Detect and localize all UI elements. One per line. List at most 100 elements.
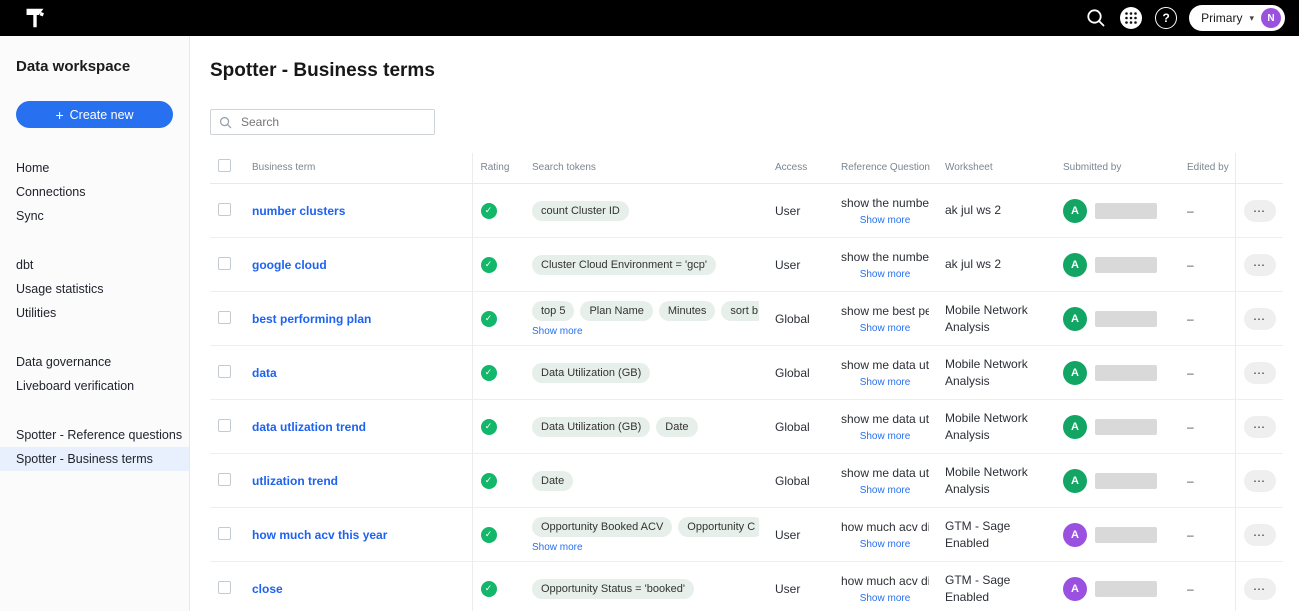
row-actions-button[interactable]: ⋯ [1244,200,1276,222]
worksheet-label: GTM - Sage Enabled [945,519,1010,549]
row-checkbox[interactable] [218,203,231,216]
business-term-link[interactable]: how much acv this year [252,528,387,542]
table-row: number clusters✓count Cluster IDUsershow… [210,184,1283,238]
sidebar-item-usage-statistics[interactable]: Usage statistics [0,277,189,301]
reference-question-text: show me best perfor [841,304,929,318]
sidebar-title: Data workspace [16,58,189,75]
submitter-name-redacted [1095,257,1157,273]
submitter-avatar: A [1063,199,1087,223]
question-show-more-link[interactable]: Show more [860,485,911,496]
row-actions-button[interactable]: ⋯ [1244,416,1276,438]
worksheet-label: Mobile Network Analysis [945,357,1028,387]
table-header-row: Business term Rating Search tokens Acces… [210,153,1283,184]
row-checkbox[interactable] [218,419,231,432]
submitter-name-redacted [1095,419,1157,435]
tokens-show-more-link[interactable]: Show more [532,326,583,337]
row-actions-button[interactable]: ⋯ [1244,362,1276,384]
business-term-link[interactable]: data [252,366,277,380]
worksheet-label: Mobile Network Analysis [945,303,1028,333]
submitter-avatar: A [1063,415,1087,439]
tokens-show-more-link[interactable]: Show more [532,542,583,553]
reference-question-text: show the number of c [841,250,929,264]
reference-question-text: how much acv did we [841,520,929,534]
rating-verified-icon: ✓ [481,365,497,381]
worksheet-label: Mobile Network Analysis [945,465,1028,495]
edited-by-value: – [1187,366,1194,380]
thoughtspot-logo-icon [24,6,46,30]
search-token: Opportunity Booked ACV [532,517,672,537]
row-actions-button[interactable]: ⋯ [1244,524,1276,546]
sidebar-item-home[interactable]: Home [0,156,189,180]
table-row: how much acv this year✓Opportunity Booke… [210,508,1283,562]
sidebar-item-liveboard-verification[interactable]: Liveboard verification [0,374,189,398]
sidebar-item-utilities[interactable]: Utilities [0,301,189,325]
table-row: data utlization trend✓Data Utilization (… [210,400,1283,454]
sidebar-item-data-governance[interactable]: Data governance [0,350,189,374]
row-actions-button[interactable]: ⋯ [1244,470,1276,492]
search-tokens: count Cluster ID [532,201,759,221]
sidebar-item-spotter-business-terms[interactable]: Spotter - Business terms [0,447,189,471]
business-term-link[interactable]: utlization trend [252,474,338,488]
submitter-avatar: A [1063,469,1087,493]
reference-question-text: how much acv did we [841,574,929,588]
search-input[interactable] [239,114,426,130]
sidebar-item-sync[interactable]: Sync [0,204,189,228]
header-actions [1235,153,1283,184]
sidebar-item-dbt[interactable]: dbt [0,253,189,277]
search-icon[interactable] [1084,6,1108,30]
question-show-more-link[interactable]: Show more [860,269,911,280]
question-show-more-link[interactable]: Show more [860,539,911,550]
header-submitted-by: Submitted by [1055,153,1179,184]
row-actions-button[interactable]: ⋯ [1244,308,1276,330]
question-show-more-link[interactable]: Show more [860,593,911,604]
search-tokens: Opportunity Booked ACVOpportunity C [532,517,759,537]
row-checkbox[interactable] [218,527,231,540]
business-term-link[interactable]: google cloud [252,258,327,272]
create-new-button[interactable]: + Create new [16,101,173,128]
business-term-link[interactable]: data utlization trend [252,420,366,434]
submitter-name-redacted [1095,473,1157,489]
row-actions-button[interactable]: ⋯ [1244,254,1276,276]
worksheet-label: ak jul ws 2 [945,257,1001,271]
row-checkbox[interactable] [218,257,231,270]
row-checkbox[interactable] [218,365,231,378]
question-show-more-link[interactable]: Show more [860,215,911,226]
business-term-link[interactable]: close [252,582,283,596]
business-term-link[interactable]: number clusters [252,204,345,218]
question-show-more-link[interactable]: Show more [860,377,911,388]
row-checkbox[interactable] [218,581,231,594]
header-business-term: Business term [244,153,472,184]
question-show-more-link[interactable]: Show more [860,431,911,442]
help-icon[interactable]: ? [1154,6,1178,30]
org-switcher[interactable]: Primary ▾ N [1189,5,1285,31]
business-term-link[interactable]: best performing plan [252,312,371,326]
question-show-more-link[interactable]: Show more [860,323,911,334]
header-edited-by: Edited by [1179,153,1235,184]
row-actions-button[interactable]: ⋯ [1244,578,1276,600]
access-label: Global [775,474,810,488]
thoughtspot-logo[interactable] [24,6,46,30]
sidebar-item-spotter-reference-questions[interactable]: Spotter - Reference questions [0,423,189,447]
reference-question-text: show me data utilizati [841,358,929,372]
search-token: Date [532,471,573,491]
header-access: Access [767,153,833,184]
row-checkbox[interactable] [218,473,231,486]
search-input-icon [219,116,232,129]
search-token: sort b [721,301,759,321]
search-token: top 5 [532,301,574,321]
edited-by-value: – [1187,528,1194,542]
submitter-avatar: A [1063,361,1087,385]
topbar-actions: ? Primary ▾ N [1084,5,1285,31]
search-tokens: Data Utilization (GB) [532,363,759,383]
user-avatar[interactable]: N [1261,8,1281,28]
sidebar-group: Data governanceLiveboard verification [0,350,189,398]
sidebar-nav: HomeConnectionsSync dbtUsage statisticsUt… [0,156,189,471]
rating-verified-icon: ✓ [481,581,497,597]
submitter-avatar: A [1063,253,1087,277]
apps-grid-icon[interactable] [1119,6,1143,30]
topbar: ? Primary ▾ N [0,0,1299,36]
header-worksheet: Worksheet [937,153,1055,184]
row-checkbox[interactable] [218,311,231,324]
sidebar-item-connections[interactable]: Connections [0,180,189,204]
select-all-checkbox[interactable] [218,159,231,172]
